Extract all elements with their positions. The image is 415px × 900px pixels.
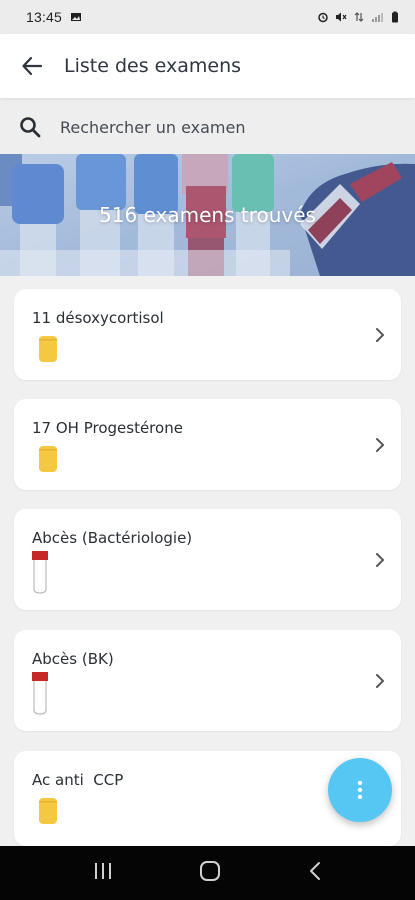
battery-icon (392, 11, 398, 23)
exam-name: 11 désoxycortisol (32, 309, 164, 327)
status-time: 13:45 (26, 9, 63, 25)
more-options-fab[interactable] (328, 758, 392, 822)
page-title: Liste des examens (64, 55, 242, 77)
system-nav-bar (0, 846, 415, 900)
yellow-tube-icon (39, 446, 57, 472)
system-back-button[interactable] (300, 853, 330, 893)
exam-name: Abcès (Bactériologie) (32, 529, 193, 547)
alarm-icon (318, 12, 328, 23)
chevron-right-icon (376, 437, 384, 452)
chevron-right-icon (376, 673, 384, 688)
yellow-tube-icon (39, 336, 57, 362)
red-tube-icon (32, 551, 48, 594)
arrow-left-icon (22, 56, 43, 76)
chevron-right-icon (376, 327, 384, 342)
data-icon (354, 12, 364, 22)
home-icon (200, 861, 221, 881)
recents-button[interactable] (85, 854, 121, 892)
yellow-tube-icon (39, 798, 57, 824)
list-item[interactable]: Abcès (Bactériologie) (14, 509, 401, 610)
app-bar: Liste des examens (0, 34, 415, 98)
search-icon (20, 117, 41, 138)
exam-name: 17 OH Progestérone (32, 419, 183, 437)
search-input[interactable] (60, 117, 380, 137)
list-item[interactable]: 17 OH Progestérone (14, 399, 401, 490)
mute-icon (336, 12, 347, 22)
back-icon (309, 862, 320, 880)
red-tube-icon (32, 672, 48, 715)
results-banner: 516 examens trouvés (0, 154, 415, 276)
exam-name: Ac anti CCP (32, 771, 124, 789)
list-item[interactable]: Abcès (BK) (14, 630, 401, 731)
list-item[interactable]: 11 désoxycortisol (14, 289, 401, 380)
more-vertical-icon (357, 780, 363, 800)
exam-name: Abcès (BK) (32, 650, 114, 668)
signal-icon (372, 13, 383, 22)
home-button[interactable] (191, 852, 229, 894)
status-bar: 13:45 (0, 0, 415, 34)
back-button[interactable] (0, 34, 64, 98)
recents-icon (95, 863, 112, 879)
chevron-right-icon (376, 552, 384, 567)
search-bar (0, 100, 415, 154)
image-icon (71, 13, 82, 21)
results-count: 516 examens trouvés (99, 203, 316, 227)
